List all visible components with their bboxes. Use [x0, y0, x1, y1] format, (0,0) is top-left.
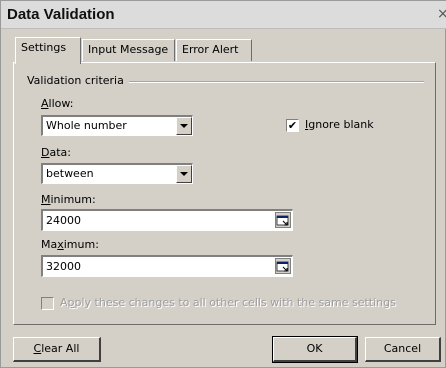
apply-all-checkbox [41, 297, 54, 310]
group-divider [129, 81, 424, 83]
data-label: Data: [41, 146, 71, 159]
collapse-dialog-icon[interactable] [275, 212, 291, 228]
cancel-button[interactable]: Cancel [365, 337, 441, 362]
ignore-blank-label: Ignore blank [305, 118, 374, 131]
data-dropdown-button[interactable] [176, 165, 192, 183]
chevron-down-icon [180, 172, 188, 176]
maximum-label: Maximum: [41, 238, 99, 251]
close-icon[interactable]: × [437, 6, 446, 22]
data-validation-dialog: Data Validation × Settings Input Message… [0, 0, 446, 368]
minimum-label: Minimum: [41, 193, 96, 206]
tab-input-message-label: Input Message [88, 43, 169, 56]
ok-button[interactable]: OK [272, 336, 358, 363]
allow-label: Allow: [41, 97, 74, 110]
data-select-value: between [46, 167, 94, 180]
allow-select[interactable]: Whole number [41, 115, 193, 136]
apply-all-label: Apply these changes to all other cells w… [60, 296, 396, 309]
dialog-title: Data Validation [7, 6, 115, 23]
tab-settings[interactable]: Settings [15, 37, 81, 64]
collapse-dialog-icon[interactable] [275, 258, 291, 274]
data-select[interactable]: between [41, 163, 193, 184]
minimum-value: 24000 [46, 214, 81, 227]
tab-settings-label: Settings [21, 41, 67, 54]
clear-all-button[interactable]: Clear All [13, 337, 101, 362]
minimum-input[interactable]: 24000 [41, 209, 293, 231]
tab-error-alert[interactable]: Error Alert [176, 39, 252, 61]
allow-select-value: Whole number [46, 119, 127, 132]
allow-dropdown-button[interactable] [176, 117, 192, 135]
chevron-down-icon [180, 124, 188, 128]
tab-error-alert-label: Error Alert [182, 43, 239, 56]
ok-button-label: OK [306, 342, 323, 355]
tab-input-message[interactable]: Input Message [82, 39, 175, 61]
ignore-blank-checkbox[interactable]: ✔ [286, 119, 299, 132]
validation-criteria-label: Validation criteria [27, 74, 128, 87]
cancel-button-label: Cancel [383, 342, 422, 355]
title-bar[interactable]: Data Validation × [1, 1, 446, 29]
maximum-value: 32000 [46, 260, 81, 273]
maximum-input[interactable]: 32000 [41, 255, 293, 277]
